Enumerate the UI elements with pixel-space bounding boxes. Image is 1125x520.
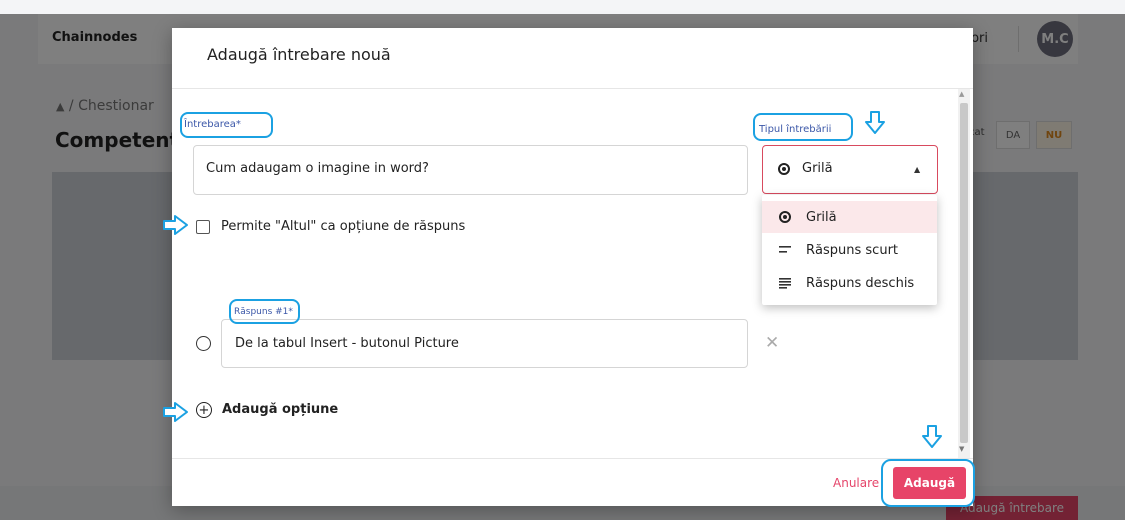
allow-other-checkbox[interactable] [196,220,210,234]
question-input-value: Cum adaugam o imagine in word? [206,161,429,176]
menu-item-label: Răspuns scurt [806,242,899,258]
question-type-menu: Grilă Răspuns scurt Răspuns deschis [762,195,937,305]
radio-icon [778,163,790,175]
menu-item-short-answer[interactable]: Răspuns scurt [762,234,937,266]
menu-item-label: Răspuns deschis [806,275,915,291]
annotation-box [180,112,273,138]
menu-item-label: Grilă [806,209,837,225]
add-circle-icon[interactable]: + [196,402,212,418]
modal-header-divider [172,88,973,89]
arrow-down-icon [922,425,942,448]
radio-icon [778,211,792,223]
arrow-down-icon [865,111,885,134]
allow-other-label[interactable]: Permite "Altul" ca opțiune de răspuns [221,219,465,234]
remove-answer-icon[interactable]: ✕ [765,333,779,353]
arrow-right-icon [163,215,188,235]
annotation-box [229,299,300,324]
answer-input-value: De la tabul Insert - butonul Picture [235,336,459,351]
scrollbar-thumb[interactable] [960,103,968,443]
long-text-icon [778,277,792,289]
modal-title: Adaugă întrebare nouă [207,45,391,64]
add-option-button[interactable]: Adaugă opțiune [222,402,338,417]
caret-up-icon[interactable]: ▲ [914,165,920,174]
answer-correct-radio[interactable] [196,336,211,351]
arrow-right-icon [163,402,188,422]
cancel-button[interactable]: Anulare [833,476,879,490]
modal-footer-divider [172,458,973,459]
annotation-box [881,459,975,507]
type-selected-value: Grilă [802,161,833,176]
question-text: Cum adaugam o imagine in word? [206,161,429,176]
scroll-down-icon[interactable]: ▼ [959,445,964,453]
scroll-up-icon[interactable]: ▲ [959,90,964,98]
annotation-box [753,113,853,141]
menu-item-grila[interactable]: Grilă [762,201,937,233]
short-text-icon [778,246,792,254]
menu-item-open-answer[interactable]: Răspuns deschis [762,267,937,299]
